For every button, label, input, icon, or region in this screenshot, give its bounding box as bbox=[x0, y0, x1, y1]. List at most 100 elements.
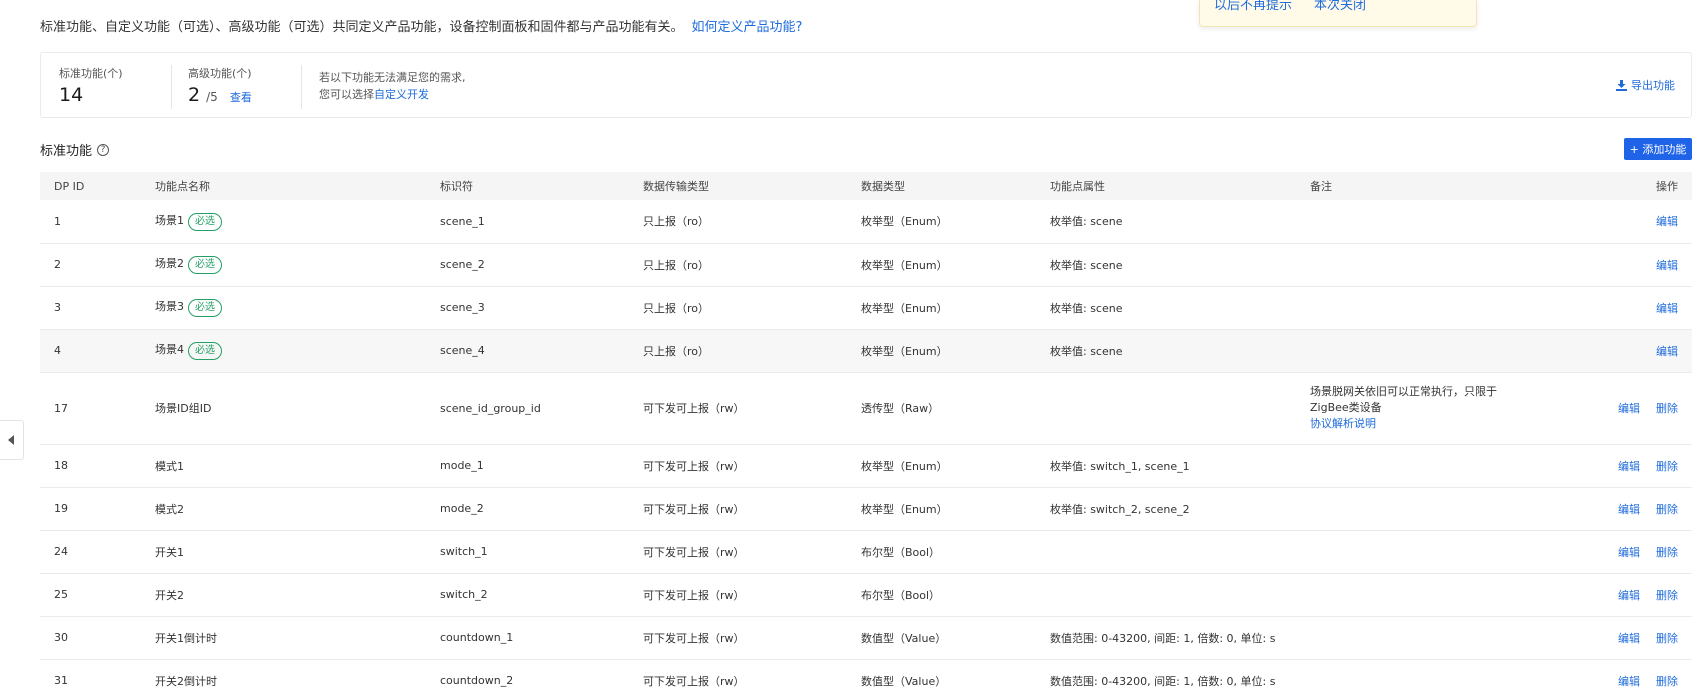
export-button[interactable]: 导出功能 bbox=[1616, 77, 1675, 93]
cell-actions: 编辑 删除 bbox=[1557, 487, 1692, 531]
cell-remark bbox=[1296, 200, 1557, 244]
function-name: 开关1 bbox=[155, 545, 184, 559]
cell-data-type: 透传型（Raw） bbox=[847, 372, 1036, 445]
cell-transfer-type: 可下发可上报（rw） bbox=[629, 372, 847, 445]
custom-dev-link[interactable]: 自定义开发 bbox=[374, 88, 429, 101]
function-name: 场景4 bbox=[155, 343, 184, 356]
section-title: 标准功能 ? bbox=[40, 140, 110, 159]
protocol-doc-link[interactable]: 协议解析说明 bbox=[1310, 416, 1517, 432]
header-attributes: 功能点属性 bbox=[1036, 172, 1296, 200]
note-line2: 您可以选择 bbox=[319, 88, 374, 101]
required-tag: 必选 bbox=[188, 212, 222, 231]
table-row: 17 场景ID组ID scene_id_group_id 可下发可上报（rw） 透传型（… bbox=[40, 372, 1692, 445]
table-row: 1 场景1 必选 scene_1 只上报（ro） 枚举型（Enum） 枚举值: scene 编… bbox=[40, 200, 1692, 244]
edit-link[interactable]: 编辑 bbox=[1656, 215, 1678, 228]
cell-dp-id: 3 bbox=[40, 286, 141, 330]
delete-link[interactable]: 删除 bbox=[1656, 503, 1678, 516]
cell-name: 场景ID组ID bbox=[141, 372, 426, 445]
delete-link[interactable]: 删除 bbox=[1656, 589, 1678, 602]
header-actions: 操作 bbox=[1557, 172, 1692, 200]
cell-transfer-type: 可下发可上报（rw） bbox=[629, 573, 847, 617]
view-advanced-link[interactable]: 查看 bbox=[230, 91, 252, 104]
cell-identifier: switch_2 bbox=[426, 573, 629, 617]
cell-attributes: 数值范围: 0-43200, 间距: 1, 倍数: 0, 单位: s bbox=[1036, 616, 1296, 660]
table-row: 30 开关1倒计时 countdown_1 可下发可上报（rw） 数值型（Value）数… bbox=[40, 616, 1692, 660]
intro-description: 标准功能、自定义功能（可选）、高级功能（可选）共同定义产品功能，设备控制面板和固… bbox=[40, 20, 684, 35]
function-name: 开关2 bbox=[155, 588, 184, 602]
cell-actions: 编辑 bbox=[1557, 286, 1692, 330]
cell-transfer-type: 可下发可上报（rw） bbox=[629, 530, 847, 574]
functions-table: DP ID 功能点名称 标识符 数据传输类型 数据类型 功能点属性 备注 操作 … bbox=[40, 172, 1692, 695]
custom-dev-note: 若以下功能无法满足您的需求, 您可以选择自定义开发 bbox=[319, 69, 466, 103]
cell-remark bbox=[1296, 530, 1557, 574]
edit-link[interactable]: 编辑 bbox=[1656, 302, 1678, 315]
standard-count-label: 标准功能(个) bbox=[59, 67, 123, 80]
cell-data-type: 枚举型（Enum） bbox=[847, 243, 1036, 287]
header-identifier: 标识符 bbox=[426, 172, 629, 200]
cell-name: 开关1倒计时 bbox=[141, 616, 426, 660]
cell-transfer-type: 可下发可上报（rw） bbox=[629, 616, 847, 660]
delete-link[interactable]: 删除 bbox=[1656, 546, 1678, 559]
cell-identifier: switch_1 bbox=[426, 530, 629, 574]
cell-remark bbox=[1296, 444, 1557, 488]
cell-name: 场景4 必选 bbox=[141, 329, 426, 373]
cell-data-type: 枚举型（Enum） bbox=[847, 329, 1036, 373]
cell-remark bbox=[1296, 616, 1557, 660]
edit-link[interactable]: 编辑 bbox=[1618, 675, 1640, 688]
cell-actions: 编辑 bbox=[1557, 200, 1692, 244]
delete-link[interactable]: 删除 bbox=[1656, 632, 1678, 645]
cell-dp-id: 19 bbox=[40, 487, 141, 531]
edit-link[interactable]: 编辑 bbox=[1618, 546, 1640, 559]
delete-link[interactable]: 删除 bbox=[1656, 402, 1678, 415]
how-to-define-link[interactable]: 如何定义产品功能? bbox=[692, 20, 803, 35]
table-row: 4 场景4 必选 scene_4 只上报（ro） 枚举型（Enum） 枚举值: scene 编… bbox=[40, 329, 1692, 373]
table-row: 18 模式1 mode_1 可下发可上报（rw） 枚举型（Enum） 枚举值: switc… bbox=[40, 444, 1692, 488]
edit-link[interactable]: 编辑 bbox=[1618, 460, 1640, 473]
table-row: 24 开关1 switch_1 可下发可上报（rw） 布尔型（Bool） 编辑 删除 bbox=[40, 530, 1692, 574]
standard-count: 标准功能(个) 14 bbox=[59, 65, 123, 106]
header-remark: 备注 bbox=[1296, 172, 1557, 200]
cell-dp-id: 18 bbox=[40, 444, 141, 488]
edit-link[interactable]: 编辑 bbox=[1618, 503, 1640, 516]
header-name: 功能点名称 bbox=[141, 172, 426, 200]
cell-identifier: scene_id_group_id bbox=[426, 372, 629, 445]
cell-identifier: scene_4 bbox=[426, 329, 629, 373]
cell-identifier: countdown_2 bbox=[426, 659, 629, 695]
cell-dp-id: 4 bbox=[40, 329, 141, 373]
cell-remark bbox=[1296, 329, 1557, 373]
function-name: 开关1倒计时 bbox=[155, 631, 217, 645]
add-function-button[interactable]: + 添加功能 bbox=[1624, 138, 1692, 160]
never-show-again-link[interactable]: 以后不再提示 bbox=[1214, 0, 1292, 13]
edit-link[interactable]: 编辑 bbox=[1656, 259, 1678, 272]
cell-dp-id: 17 bbox=[40, 372, 141, 445]
cell-name: 开关1 bbox=[141, 530, 426, 574]
edit-link[interactable]: 编辑 bbox=[1618, 589, 1640, 602]
question-circle-icon[interactable]: ? bbox=[97, 143, 110, 156]
cell-data-type: 枚举型（Enum） bbox=[847, 487, 1036, 531]
intro-text: 标准功能、自定义功能（可选）、高级功能（可选）共同定义产品功能，设备控制面板和固… bbox=[40, 16, 802, 35]
divider bbox=[301, 65, 302, 109]
function-name: 模式2 bbox=[155, 502, 184, 516]
delete-link[interactable]: 删除 bbox=[1656, 675, 1678, 688]
table-row: 3 场景3 必选 scene_3 只上报（ro） 枚举型（Enum） 枚举值: scene 编… bbox=[40, 286, 1692, 330]
edit-link[interactable]: 编辑 bbox=[1618, 632, 1640, 645]
note-line1: 若以下功能无法满足您的需求, bbox=[319, 71, 466, 84]
delete-link[interactable]: 删除 bbox=[1656, 460, 1678, 473]
cell-dp-id: 1 bbox=[40, 200, 141, 244]
cell-remark bbox=[1296, 659, 1557, 695]
sidebar-collapse-toggle[interactable] bbox=[0, 420, 24, 460]
cell-actions: 编辑 删除 bbox=[1557, 530, 1692, 574]
export-label: 导出功能 bbox=[1631, 79, 1675, 92]
close-this-time-link[interactable]: 本次关闭 bbox=[1314, 0, 1366, 13]
cell-identifier: mode_2 bbox=[426, 487, 629, 531]
cell-transfer-type: 只上报（ro） bbox=[629, 243, 847, 287]
cell-data-type: 布尔型（Bool） bbox=[847, 530, 1036, 574]
edit-link[interactable]: 编辑 bbox=[1656, 345, 1678, 358]
cell-name: 开关2倒计时 bbox=[141, 659, 426, 695]
cell-dp-id: 2 bbox=[40, 243, 141, 287]
edit-link[interactable]: 编辑 bbox=[1618, 402, 1640, 415]
cell-data-type: 数值型（Value） bbox=[847, 616, 1036, 660]
cell-attributes: 枚举值: scene bbox=[1036, 286, 1296, 330]
table-row: 31 开关2倒计时 countdown_2 可下发可上报（rw） 数值型（Value）数… bbox=[40, 659, 1692, 695]
cell-remark bbox=[1296, 243, 1557, 287]
